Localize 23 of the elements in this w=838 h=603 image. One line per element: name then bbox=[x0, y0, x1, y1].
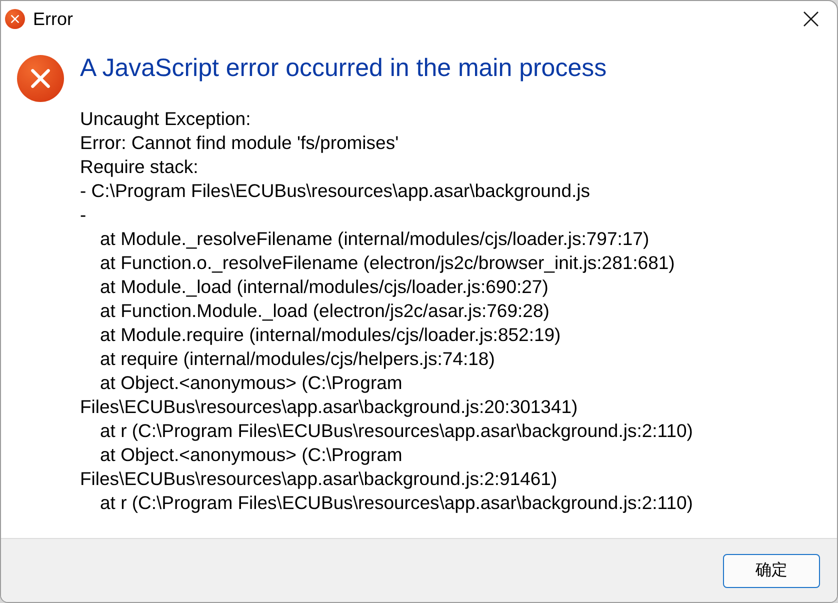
message-line: at Module._load (internal/modules/cjs/loader.js:690:27) bbox=[99, 275, 548, 299]
message-line: at r (C:\Program Files\ECUBus\resources\app.asar\background.js:2:110) bbox=[99, 491, 693, 515]
message-line: Uncaught Exception: bbox=[80, 107, 251, 131]
window-title: Error bbox=[33, 10, 73, 28]
ok-button[interactable]: 确定 bbox=[723, 554, 820, 588]
message-line: Files\ECUBus\resources\app.asar\background.js:2:91461) bbox=[80, 467, 558, 491]
message-line: - bbox=[80, 203, 86, 227]
message-line: at require (internal/modules/cjs/helpers.js:74:18) bbox=[99, 347, 495, 371]
message-line: at Object.<anonymous> (C:\Program bbox=[99, 371, 402, 395]
message-line: - C:\Program Files\ECUBus\resources\app.asar\background.js bbox=[80, 179, 590, 203]
message-line: at Module._resolveFilename (internal/modules/cjs/loader.js:797:17) bbox=[99, 227, 650, 251]
error-icon bbox=[5, 9, 25, 29]
message-line: at Module.require (internal/modules/cjs/loader.js:852:19) bbox=[99, 323, 561, 347]
message-line: at r (C:\Program Files\ECUBus\resources\app.asar\background.js:2:110) bbox=[99, 419, 693, 443]
message-line: at Function.Module._load (electron/js2c/asar.js:769:28) bbox=[99, 299, 550, 323]
close-icon bbox=[803, 11, 819, 27]
message-line: at Function.o._resolveFilename (electron/js2c/browser_init.js:281:681) bbox=[99, 251, 675, 275]
message-line: at Object.<anonymous> (C:\Program bbox=[99, 443, 402, 467]
error-icon bbox=[17, 55, 64, 102]
message-line: Require stack: bbox=[80, 155, 198, 179]
error-heading: A JavaScript error occurred in the main process bbox=[80, 53, 608, 83]
message-line: Error: Cannot find module 'fs/promises' bbox=[80, 131, 399, 155]
message-line: Files\ECUBus\resources\app.asar\background.js:20:301341) bbox=[80, 395, 578, 419]
